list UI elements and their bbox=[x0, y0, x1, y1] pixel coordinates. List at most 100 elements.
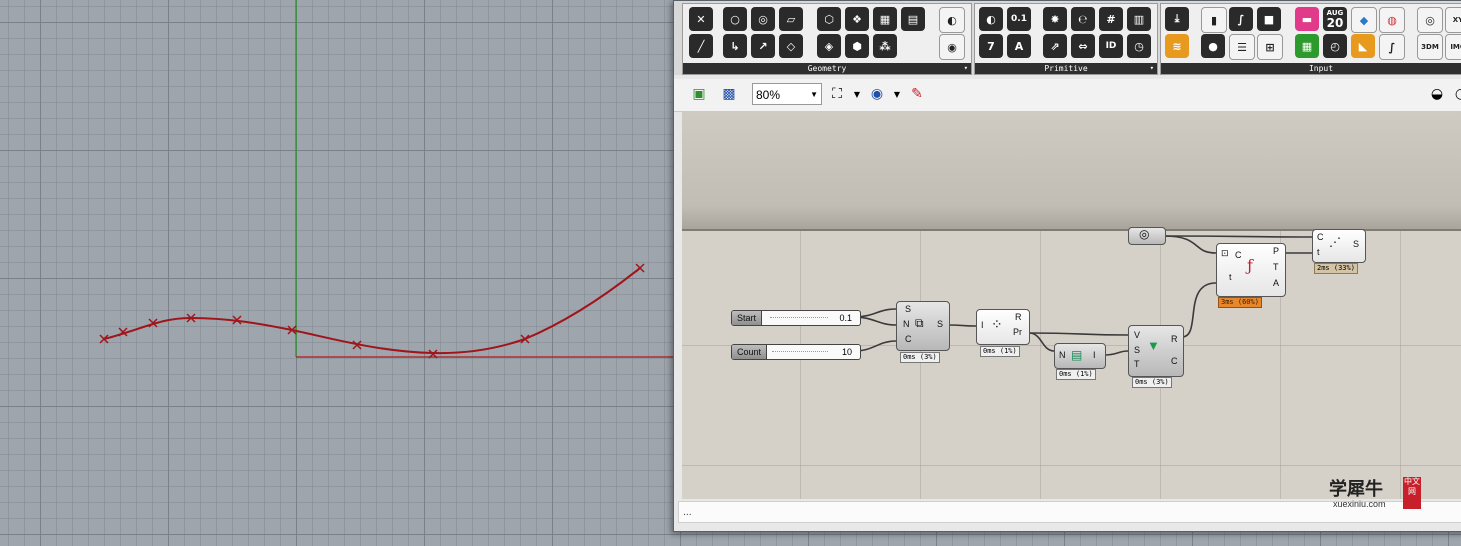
import-coords-icon[interactable]: XY bbox=[1445, 7, 1461, 33]
construct-input-s: S bbox=[1134, 345, 1141, 355]
count-slider-value: 10 bbox=[841, 347, 852, 357]
colour-picker-icon[interactable]: ◆ bbox=[1351, 7, 1377, 33]
panel-icon[interactable]: ■ bbox=[1257, 7, 1281, 31]
random-component[interactable]: I R Pr ⁘ bbox=[976, 309, 1030, 345]
construct-input-t: T bbox=[1134, 359, 1140, 369]
calendar-icon[interactable]: AUG 20 bbox=[1323, 7, 1347, 31]
evaluate-output-p: P bbox=[1273, 246, 1280, 256]
interval-icon[interactable]: ⇔ bbox=[1071, 34, 1095, 58]
series-input-s: S bbox=[905, 304, 912, 314]
toggle-icon[interactable]: ▮ bbox=[1201, 7, 1227, 33]
curve-points bbox=[99, 263, 645, 359]
clock-icon[interactable]: ◴ bbox=[1323, 34, 1347, 58]
brep-icon[interactable]: ❖ bbox=[845, 7, 869, 31]
circle-icon[interactable]: ○ bbox=[723, 7, 747, 31]
md-slider-icon[interactable]: ◣ bbox=[1351, 34, 1375, 58]
watermark-badge: 中文网 bbox=[1403, 477, 1421, 509]
sketch-pen-icon[interactable]: ✎ bbox=[906, 83, 928, 105]
construct-point-component[interactable]: V S T R C ▼ bbox=[1128, 325, 1184, 377]
construct-output-c: C bbox=[1171, 356, 1178, 366]
complex-icon[interactable]: ℮ bbox=[1071, 7, 1095, 31]
grasshopper-canvas[interactable]: ◎ Start 0.1 Count 10 S N C S ⧉ 0ms (3%) … bbox=[682, 111, 1461, 499]
panel-expand-icon[interactable]: ▾ bbox=[964, 63, 968, 74]
evaluate-curve-component[interactable]: ⊡ C t P T A ƒ bbox=[1216, 243, 1286, 297]
curve-icon: ◎ bbox=[1139, 227, 1150, 241]
guid-icon[interactable]: ID bbox=[1099, 34, 1123, 58]
matrix-icon[interactable]: ▥ bbox=[1127, 7, 1151, 31]
divide-curve-component[interactable]: C t S ⋰ bbox=[1312, 229, 1366, 263]
zoom-select[interactable]: 80% ▼ bbox=[752, 83, 822, 105]
start-slider[interactable]: Start 0.1 bbox=[731, 310, 861, 326]
time-icon[interactable]: ◷ bbox=[1127, 34, 1151, 58]
book-icon[interactable]: ▤ bbox=[901, 7, 925, 31]
field-icon[interactable]: ▦ bbox=[873, 7, 897, 31]
status-text: ... bbox=[683, 508, 692, 518]
vector-icon[interactable]: ↗ bbox=[751, 34, 775, 58]
panel-geometry: ✕ ╱ ○ ↳ ◎ ↗ ▱ ◇ ⬡ ◈ ❖ ⬢ ▦ ⁂ ▤ ◐ ◉ Geomet… bbox=[682, 3, 972, 75]
import-3dm-icon[interactable]: 3DM bbox=[1417, 34, 1443, 60]
graph-mapper-icon[interactable]: ≋ bbox=[1165, 34, 1189, 58]
button-icon[interactable]: ● bbox=[1201, 34, 1225, 58]
camera-icon[interactable]: ◎ bbox=[1417, 7, 1443, 33]
group-icon[interactable]: ◐ bbox=[939, 7, 965, 33]
gradient-icon[interactable]: ▬ bbox=[1295, 7, 1319, 31]
display-settings-icon[interactable]: ◔ bbox=[1450, 83, 1461, 105]
checkerboard-icon[interactable]: ▦ bbox=[1295, 34, 1319, 58]
arc-icon[interactable]: ◎ bbox=[751, 7, 775, 31]
import-image-icon[interactable]: IMG bbox=[1445, 34, 1461, 60]
series-icon: ⧉ bbox=[915, 316, 924, 330]
import-coords-label: XY bbox=[1452, 16, 1461, 24]
plane-icon[interactable]: ◇ bbox=[779, 34, 803, 58]
colour-wheel-icon[interactable]: ◍ bbox=[1379, 7, 1405, 33]
viewport-geometry bbox=[99, 0, 673, 359]
mesh-icon[interactable]: ⬢ bbox=[845, 34, 869, 58]
grid-icon[interactable]: # bbox=[1099, 7, 1123, 31]
integer-icon-label: 7 bbox=[987, 39, 995, 53]
panel-expand-icon[interactable]: ▾ bbox=[1150, 63, 1154, 74]
grasshopper-window: ✕ ╱ ○ ↳ ◎ ↗ ▱ ◇ ⬡ ◈ ❖ ⬢ ▦ ⁂ ▤ ◐ ◉ Geomet… bbox=[673, 0, 1461, 532]
display-mode-icon[interactable]: ◒ bbox=[1426, 83, 1448, 105]
text-icon-label: A bbox=[1014, 39, 1024, 53]
curve-icon[interactable]: ↳ bbox=[723, 34, 747, 58]
construct-point-timing: 0ms (3%) bbox=[1132, 377, 1172, 388]
open-file-icon[interactable]: ▣ bbox=[688, 83, 710, 105]
surface-icon[interactable]: ◈ bbox=[817, 34, 841, 58]
import-image-label: IMG bbox=[1450, 43, 1461, 51]
chevron-down-icon[interactable]: ▼ bbox=[886, 83, 908, 105]
boolean-icon[interactable]: ◐ bbox=[979, 7, 1003, 31]
collapse-icon[interactable]: ⊡ bbox=[1221, 248, 1229, 259]
number-icon-label: 0.1 bbox=[1011, 14, 1027, 24]
preview-eye-icon[interactable]: ◉ bbox=[866, 83, 888, 105]
zoom-extents-icon[interactable]: ⛶ bbox=[826, 83, 848, 105]
random-icon[interactable]: ✸ bbox=[1043, 7, 1067, 31]
download-icon[interactable]: ⤓ bbox=[1165, 7, 1189, 31]
bezier-icon[interactable]: ∫ bbox=[1379, 34, 1405, 60]
panel-input-label: Input bbox=[1308, 64, 1334, 73]
number-icon[interactable]: 0.1 bbox=[1007, 7, 1031, 31]
series-component[interactable]: S N C S ⧉ bbox=[896, 301, 950, 351]
swatch-icon[interactable]: ⊞ bbox=[1257, 34, 1283, 60]
box-icon[interactable]: ⬡ bbox=[817, 7, 841, 31]
curve[interactable] bbox=[103, 267, 641, 355]
line-tool-icon[interactable]: ╱ bbox=[689, 34, 713, 58]
watermark-en: xuexiniu.com bbox=[1333, 499, 1386, 509]
script-icon[interactable]: ∫ bbox=[1229, 7, 1253, 31]
close-icon[interactable]: ✕ bbox=[689, 7, 713, 31]
domain-icon[interactable]: ⇗ bbox=[1043, 34, 1067, 58]
chevron-down-icon[interactable]: ▼ bbox=[846, 83, 868, 105]
calendar-day: 20 bbox=[1326, 16, 1344, 30]
list-item-output-i: I bbox=[1093, 350, 1096, 360]
curve-param-container[interactable]: ◎ bbox=[1128, 227, 1166, 245]
geometry-set-icon[interactable]: ⁂ bbox=[873, 34, 897, 58]
panel-input: ⤓ ≋ ▮ ● ∫ ☰ ■ ⊞ ▬ ▦ AUG 20 ◴ ◆ ◣ ◍ ∫ ◎ 3D… bbox=[1160, 3, 1461, 75]
count-slider[interactable]: Count 10 bbox=[731, 344, 861, 360]
save-file-icon[interactable]: ▩ bbox=[718, 83, 740, 105]
random-icon: ⁘ bbox=[991, 316, 1003, 332]
text-icon[interactable]: A bbox=[1007, 34, 1031, 58]
value-list-icon[interactable]: ☰ bbox=[1229, 34, 1255, 60]
evaluate-output-t: T bbox=[1273, 262, 1279, 272]
rectangle-icon[interactable]: ▱ bbox=[779, 7, 803, 31]
spiral-icon[interactable]: ◉ bbox=[939, 34, 965, 60]
list-item-component[interactable]: N I ▤ bbox=[1054, 343, 1106, 369]
integer-icon[interactable]: 7 bbox=[979, 34, 1003, 58]
